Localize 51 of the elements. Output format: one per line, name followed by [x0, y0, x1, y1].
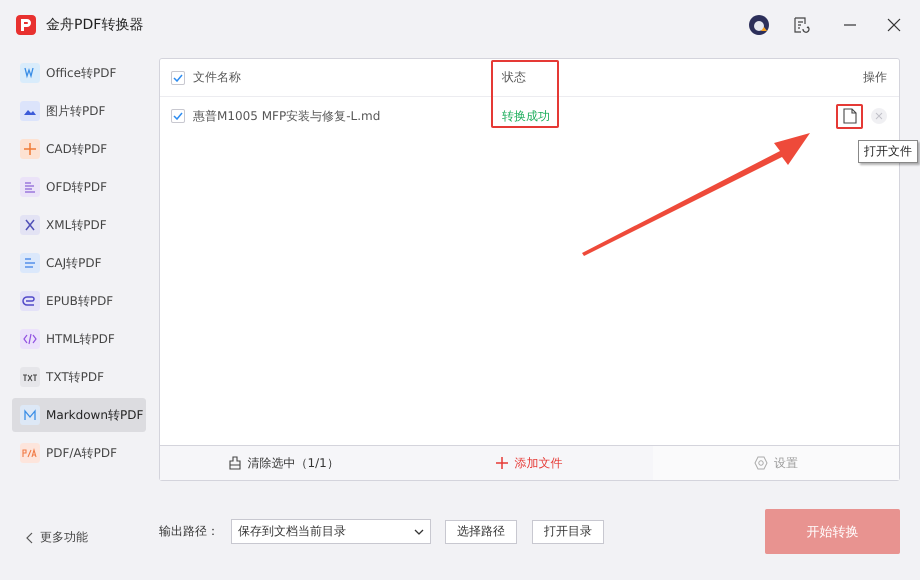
markdown-format-icon [20, 405, 40, 425]
pdfa-format-icon [20, 443, 40, 463]
xml-format-icon [20, 215, 40, 235]
checkbox[interactable] [171, 109, 185, 123]
output-path-label: 输出路径： [159, 523, 219, 540]
sidebar-item[interactable]: OFD转PDF [12, 170, 146, 204]
feedback-icon[interactable] [792, 16, 810, 34]
close-icon[interactable] [886, 17, 902, 33]
sidebar-item[interactable]: PDF/A转PDF [12, 436, 146, 470]
txt-format-icon [20, 367, 40, 387]
column-header: 操作 [863, 69, 887, 86]
sidebar-item[interactable]: 图片转PDF [12, 94, 146, 128]
tooltip: 打开文件 [858, 140, 918, 163]
sidebar-item[interactable]: EPUB转PDF [12, 284, 146, 318]
add-file-button[interactable]: 添加文件 [406, 446, 653, 480]
app-logo-icon [16, 15, 36, 35]
sidebar-item[interactable]: Markdown转PDF [12, 398, 146, 432]
sidebar-item[interactable]: CAD转PDF [12, 132, 146, 166]
more-features-link[interactable]: 更多功能 [12, 529, 159, 546]
broom-icon [228, 456, 242, 470]
open-folder-button[interactable]: 打开目录 [532, 520, 604, 544]
output-path-dropdown[interactable]: 保存到文档当前目录 [231, 519, 431, 544]
cad-format-icon [20, 139, 40, 159]
open-file-button[interactable] [836, 104, 863, 128]
status-text: 转换成功 [502, 108, 551, 124]
sidebar-item[interactable]: CAJ转PDF [12, 246, 146, 280]
user-avatar-icon [748, 14, 770, 36]
document-icon [842, 108, 856, 124]
office-format-icon [20, 63, 40, 83]
column-header: 状态 [502, 69, 527, 86]
plus-icon [496, 457, 508, 469]
sidebar-item[interactable]: HTML转PDF [12, 322, 146, 356]
choose-path-button[interactable]: 选择路径 [445, 520, 517, 544]
chevron-left-icon [26, 532, 34, 544]
close-icon [875, 112, 883, 120]
file-name: 惠普M1005 MFP安装与修复-L.md [193, 108, 380, 124]
highlight-frame [491, 60, 559, 128]
image-format-icon [20, 101, 40, 121]
clear-selection-button[interactable]: 清除选中（1/1） [160, 446, 406, 480]
sidebar-item[interactable]: XML转PDF [12, 208, 146, 242]
sidebar-item[interactable]: TXT转PDF [12, 360, 146, 394]
window-title: 金舟PDF转换器 [46, 16, 144, 34]
sidebar-item[interactable]: Office转PDF [12, 56, 146, 90]
checkbox[interactable] [171, 70, 185, 84]
html-format-icon [20, 329, 40, 349]
chevron-down-icon [414, 528, 424, 534]
column-header: 文件名称 [193, 69, 241, 86]
epub-format-icon [20, 291, 40, 311]
settings-icon [754, 456, 768, 470]
ofd-format-icon [20, 177, 40, 197]
caj-format-icon [20, 253, 40, 273]
